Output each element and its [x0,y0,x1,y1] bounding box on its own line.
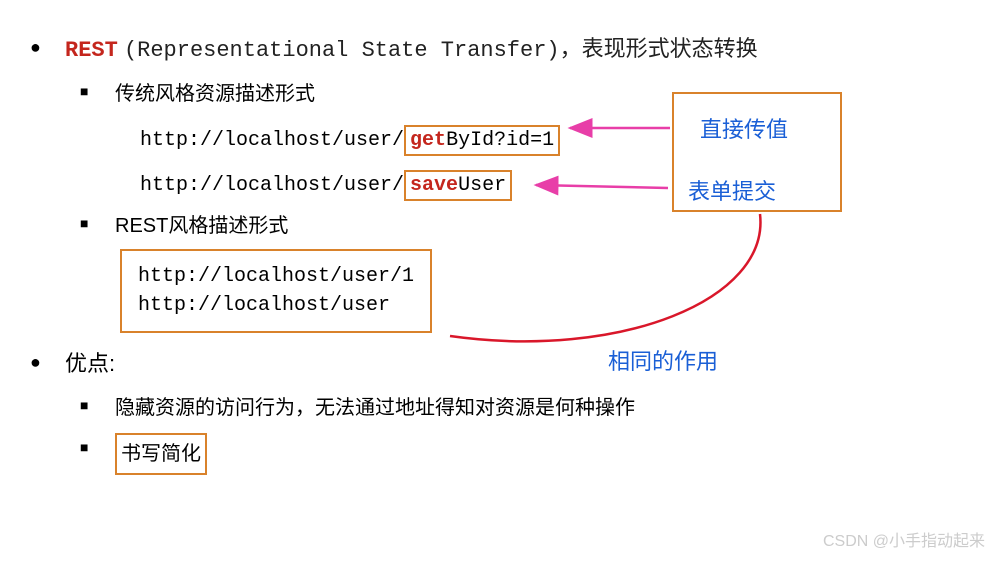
annot-same: 相同的作用 [608,344,718,376]
rest-full: (Representational State Transfer)，表现形式状态… [124,38,758,63]
url-get-line: http://localhost/user/getById?id=1 [140,125,983,156]
rest-url-box: http://localhost/user/1 http://localhost… [120,249,432,333]
section-traditional: 传统风格资源描述形式 [80,77,983,111]
rest-url-1: http://localhost/user/1 [138,265,414,288]
url-save-prefix: http://localhost/user/ [140,174,404,197]
watermark: CSDN @小手指动起来 [823,527,985,551]
advantage-1: 隐藏资源的访问行为，无法通过地址得知对资源是何种操作 [115,397,635,419]
url-get-suffix: ById?id=1 [446,129,554,152]
annot-direct: 直接传值 [700,112,788,144]
url-save-suffix: User [458,174,506,197]
advantage-2-line: 书写简化 [80,433,983,475]
section-rest: REST风格描述形式 [80,209,983,243]
url-save-verb: save [410,174,458,197]
advantage-2-box: 书写简化 [115,433,207,475]
url-get-verb: get [410,129,446,152]
rest-keyword: REST [65,38,118,63]
section-rest-label: REST风格描述形式 [115,215,288,237]
advantages-title: 优点: [65,351,115,376]
annot-form: 表单提交 [688,174,776,206]
advantages-title-line: 优点: [30,345,983,382]
url-get-prefix: http://localhost/user/ [140,129,404,152]
title-line: REST (Representational State Transfer)，表… [30,30,983,69]
rest-url-2: http://localhost/user [138,294,414,317]
url-save-line: http://localhost/user/saveUser [140,170,983,201]
advantage-1-line: 隐藏资源的访问行为，无法通过地址得知对资源是何种操作 [80,391,983,425]
section-traditional-label: 传统风格资源描述形式 [115,83,315,105]
advantage-2: 书写简化 [121,443,201,465]
